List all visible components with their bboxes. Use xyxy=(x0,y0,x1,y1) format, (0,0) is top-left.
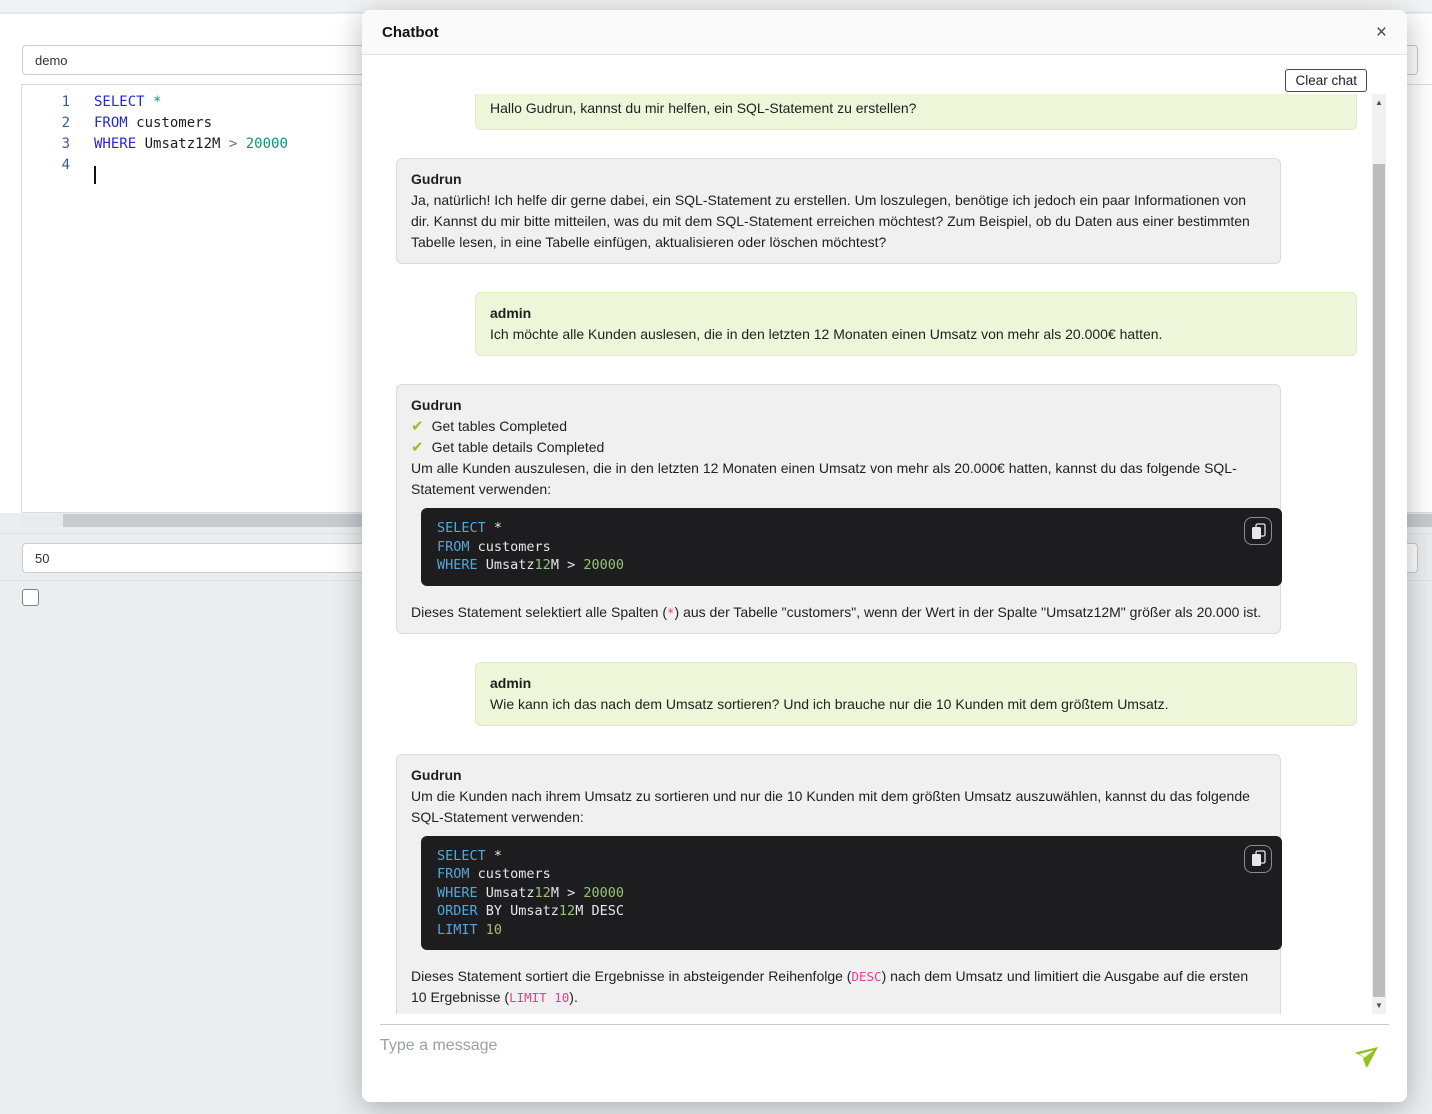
code-line: SELECT * xyxy=(437,519,1266,538)
dialog-body: Clear chat admin Hallo Gudrun, kannst du… xyxy=(362,55,1407,1099)
chat-message-bot: Gudrun Um die Kunden nach ihrem Umsatz z… xyxy=(396,754,1281,1015)
sql-code-block: SELECT * FROM customers WHERE Umsatz12M … xyxy=(421,836,1282,951)
chat-message-bot: Gudrun ✔ Get tables Completed ✔ Get tabl… xyxy=(396,384,1281,634)
task-status-row: ✔ Get tables Completed xyxy=(411,416,1266,437)
scroll-up-icon[interactable]: ▲ xyxy=(1372,94,1386,111)
message-text: Ja, natürlich! Ich helfe dir gerne dabei… xyxy=(411,190,1266,253)
message-author: Gudrun xyxy=(411,765,1266,786)
message-text: Dieses Statement selektiert alle Spalten… xyxy=(411,602,1266,623)
code-line: WHERE Umsatz12M > 20000 xyxy=(437,556,1266,575)
copy-code-button[interactable] xyxy=(1244,517,1272,545)
chat-message-user: admin Ich möchte alle Kunden auslesen, d… xyxy=(475,292,1357,356)
message-author: Gudrun xyxy=(411,395,1266,416)
editor-code-line: WHERE Umsatz12M > 20000 xyxy=(84,136,288,152)
code-line: SELECT * xyxy=(437,847,1266,866)
options-checkbox[interactable] xyxy=(22,589,39,606)
line-number: 4 xyxy=(22,157,84,173)
scroll-down-icon[interactable]: ▼ xyxy=(1372,997,1386,1014)
message-text: Wie kann ich das nach dem Umsatz sortier… xyxy=(490,694,1342,715)
sql-code-block: SELECT * FROM customers WHERE Umsatz12M … xyxy=(421,508,1282,586)
message-text: Hallo Gudrun, kannst du mir helfen, ein … xyxy=(490,98,1342,119)
dialog-title: Chatbot xyxy=(382,24,1376,41)
message-text: Dieses Statement sortiert die Ergebnisse… xyxy=(411,966,1266,1008)
code-line: FROM customers xyxy=(437,865,1266,884)
copy-icon xyxy=(1251,850,1266,867)
message-input[interactable] xyxy=(380,1031,1320,1061)
text-cursor xyxy=(94,166,96,184)
scrollbar-thumb[interactable] xyxy=(1373,164,1385,999)
clear-chat-button[interactable]: Clear chat xyxy=(1285,69,1367,92)
chatbot-dialog: Chatbot × Clear chat admin Hallo Gudrun,… xyxy=(362,10,1407,1102)
copy-icon xyxy=(1251,523,1266,540)
dialog-header: Chatbot × xyxy=(362,10,1407,55)
task-status-label: Get table details Completed xyxy=(432,437,605,458)
toolbar: Clear chat xyxy=(380,69,1389,92)
chat-message-user: admin Wie kann ich das nach dem Umsatz s… xyxy=(475,662,1357,726)
code-line: WHERE Umsatz12M > 20000 xyxy=(437,884,1266,903)
chat-message-bot: Gudrun Ja, natürlich! Ich helfe dir gern… xyxy=(396,158,1281,264)
line-number: 2 xyxy=(22,115,84,131)
editor-code-line: FROM customers xyxy=(84,115,212,131)
message-text: Ich möchte alle Kunden auslesen, die in … xyxy=(490,324,1342,345)
copy-code-button[interactable] xyxy=(1244,845,1272,873)
check-icon: ✔ xyxy=(411,416,424,437)
send-icon xyxy=(1351,1036,1387,1072)
code-line: FROM customers xyxy=(437,538,1266,557)
code-line: ORDER BY Umsatz12M DESC xyxy=(437,902,1266,921)
close-icon[interactable]: × xyxy=(1376,23,1387,42)
send-button[interactable] xyxy=(1355,1041,1383,1069)
message-author: admin xyxy=(490,303,1342,324)
message-text: Um alle Kunden auszulesen, die in den le… xyxy=(411,458,1266,500)
check-icon: ✔ xyxy=(411,437,424,458)
code-line: LIMIT 10 xyxy=(437,921,1266,940)
chat-area: admin Hallo Gudrun, kannst du mir helfen… xyxy=(380,94,1389,1014)
message-author: Gudrun xyxy=(411,169,1266,190)
chat-input-row xyxy=(380,1025,1389,1099)
chat-message-list[interactable]: admin Hallo Gudrun, kannst du mir helfen… xyxy=(380,94,1364,1014)
editor-code-line: SELECT * xyxy=(84,94,161,110)
chat-message-user: admin Hallo Gudrun, kannst du mir helfen… xyxy=(475,94,1357,130)
line-number: 3 xyxy=(22,136,84,152)
message-author: admin xyxy=(490,673,1342,694)
task-status-row: ✔ Get table details Completed xyxy=(411,437,1266,458)
task-status-label: Get tables Completed xyxy=(432,416,567,437)
line-number: 1 xyxy=(22,94,84,110)
chat-vertical-scrollbar[interactable]: ▲ ▼ xyxy=(1372,94,1386,1014)
message-text: Um die Kunden nach ihrem Umsatz zu sorti… xyxy=(411,786,1266,828)
